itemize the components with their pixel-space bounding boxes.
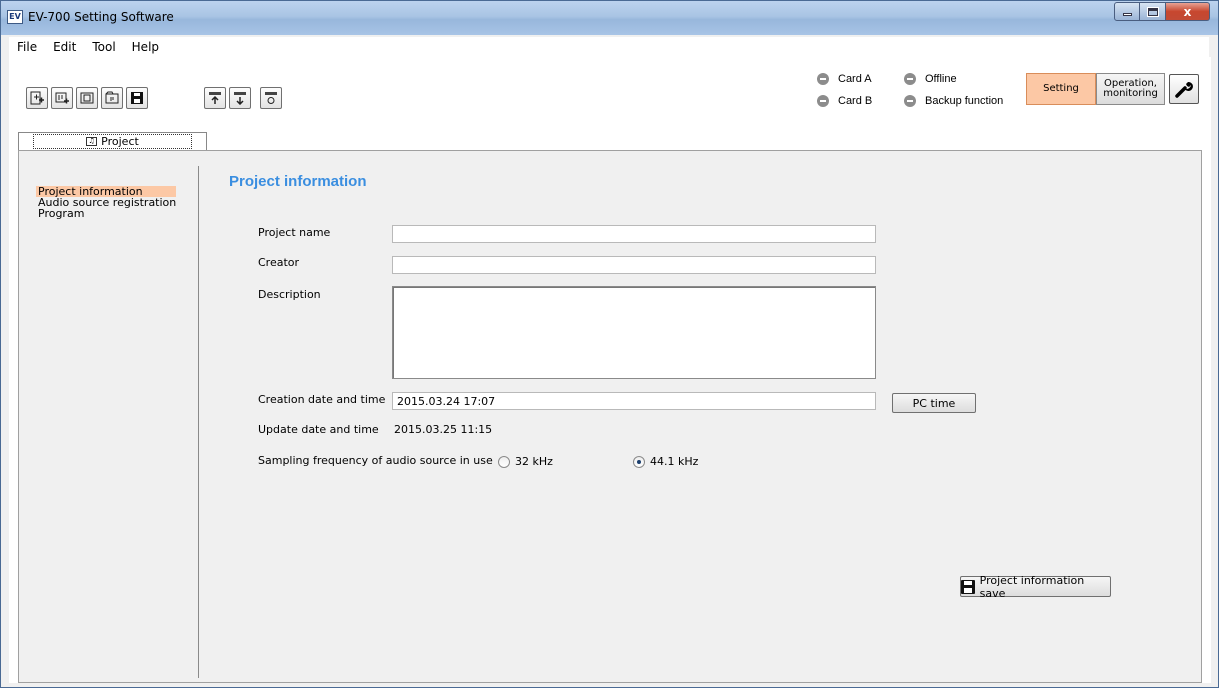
close-button[interactable]: x	[1166, 2, 1210, 21]
menu-edit[interactable]: Edit	[45, 40, 84, 54]
page-title: Project information	[229, 173, 367, 190]
tool-settings-button[interactable]	[1169, 74, 1199, 104]
open-project-button[interactable]	[76, 87, 98, 109]
description-label: Description	[258, 288, 321, 301]
file-toolbar	[26, 87, 148, 109]
backup-lamp-icon	[904, 95, 916, 107]
sidebar-item-program[interactable]: Program	[36, 208, 178, 219]
sampling-32khz-label: 32 kHz	[515, 455, 553, 468]
device-toolbar	[204, 87, 251, 109]
project-panel: Project information Audio source registr…	[18, 150, 1202, 683]
sampling-44khz-radio[interactable]: 44.1 kHz	[633, 455, 698, 468]
project-tab-icon: ♫	[86, 137, 98, 146]
reset-icon	[265, 92, 277, 104]
operation-mode-label: Operation, monitoring	[1103, 78, 1158, 99]
pc-time-label: PC time	[912, 396, 956, 410]
radio-44khz-icon	[633, 455, 645, 468]
upload-icon	[209, 92, 221, 104]
project-name-label: Project name	[258, 226, 331, 239]
app-window: EV EV-700 Setting Software x File Edit T…	[0, 0, 1219, 688]
card-a-status: Card A	[817, 73, 872, 85]
window-controls: x	[1114, 2, 1210, 21]
sampling-44khz-label: 44.1 kHz	[650, 455, 699, 468]
offline-lamp-icon	[904, 73, 916, 85]
tab-project-label: Project	[101, 135, 139, 148]
close-icon: x	[1183, 4, 1192, 19]
backup-status: Backup function	[904, 95, 1003, 107]
menu-file[interactable]: File	[9, 40, 45, 54]
sampling-frequency-label: Sampling frequency of audio source in us…	[258, 454, 493, 467]
description-field[interactable]	[392, 286, 876, 379]
menu-help[interactable]: Help	[124, 40, 167, 54]
title-bar[interactable]: EV EV-700 Setting Software x	[1, 1, 1218, 35]
creation-date-field[interactable]: 2015.03.24 17:07	[392, 392, 876, 410]
wrench-icon	[1175, 81, 1193, 98]
menu-bar: File Edit Tool Help	[9, 37, 1209, 57]
backup-label: Backup function	[925, 95, 1004, 107]
maximize-button[interactable]	[1140, 2, 1166, 21]
pc-time-button[interactable]: PC time	[892, 393, 976, 413]
card-a-lamp-icon	[817, 73, 829, 85]
sidebar-divider	[198, 166, 199, 678]
update-date-value: 2015.03.25 11:15	[394, 423, 493, 436]
creator-label: Creator	[258, 256, 300, 269]
card-b-lamp-icon	[817, 95, 829, 107]
setting-mode-label: Setting	[1043, 83, 1079, 94]
project-info-save-button[interactable]: Project information save	[960, 573, 1111, 600]
sidebar-nav: Project information Audio source registr…	[36, 186, 178, 219]
card-b-status: Card B	[817, 95, 872, 107]
add-project-button[interactable]	[51, 87, 73, 109]
sampling-32khz-radio[interactable]: 32 kHz	[498, 455, 553, 468]
tab-project-focus: ♫ Project	[33, 134, 192, 149]
radio-32khz-icon	[498, 455, 510, 468]
minimize-button[interactable]	[1114, 2, 1140, 21]
open-project-icon	[80, 92, 94, 104]
download-icon	[234, 92, 246, 105]
add-project-icon	[55, 92, 69, 104]
save-button[interactable]	[126, 87, 148, 109]
new-project-icon	[30, 91, 44, 105]
project-name-field[interactable]	[392, 225, 876, 243]
creation-date-label: Creation date and time	[258, 393, 386, 406]
operation-mode-button[interactable]: Operation, monitoring	[1096, 73, 1165, 105]
card-a-label: Card A	[838, 73, 872, 85]
save-icon	[961, 579, 975, 594]
offline-label: Offline	[925, 73, 957, 85]
project-folder-icon	[105, 91, 119, 104]
card-b-label: Card B	[838, 95, 873, 107]
download-button[interactable]	[229, 87, 251, 109]
project-info-save-label: Project information save	[979, 573, 1085, 600]
tab-project[interactable]: ♫ Project	[18, 132, 207, 150]
window-title: EV-700 Setting Software	[28, 10, 174, 24]
project-folder-button[interactable]	[101, 87, 123, 109]
offline-status: Offline	[904, 73, 957, 85]
save-icon	[131, 92, 143, 104]
creator-field[interactable]	[392, 256, 876, 274]
minimize-icon	[1122, 13, 1132, 16]
maximize-icon	[1146, 6, 1159, 17]
reset-button[interactable]	[260, 87, 282, 109]
app-icon: EV	[7, 10, 23, 24]
update-date-label: Update date and time	[258, 423, 379, 436]
device-toolbar-2	[260, 87, 282, 109]
menu-tool[interactable]: Tool	[84, 40, 123, 54]
upload-button[interactable]	[204, 87, 226, 109]
new-project-button[interactable]	[26, 87, 48, 109]
setting-mode-button[interactable]: Setting	[1026, 73, 1096, 105]
